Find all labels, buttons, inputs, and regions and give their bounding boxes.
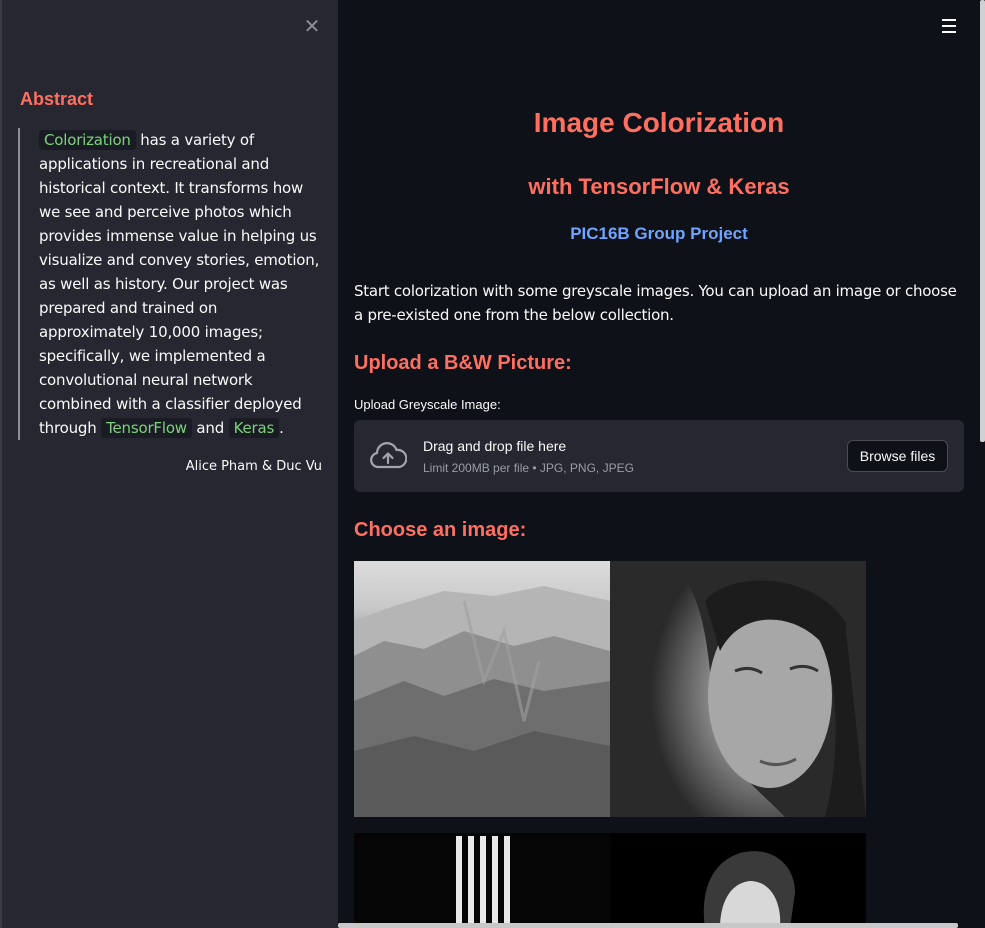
upload-label: Upload Greyscale Image: xyxy=(354,397,501,412)
hamburger-menu-icon[interactable] xyxy=(942,19,958,35)
portrait-image-art xyxy=(670,561,866,817)
abstract-heading: Abstract xyxy=(20,89,94,109)
window-image-art xyxy=(456,836,510,928)
code-tensorflow: TensorFlow xyxy=(101,418,192,438)
abstract-blockquote: Colorization has a variety of applicatio… xyxy=(18,128,324,440)
dropzone-instruction: Drag and drop file here xyxy=(423,438,567,454)
code-colorization: Colorization xyxy=(39,130,136,150)
sidebar: ✕ Abstract Colorization has a variety of… xyxy=(0,0,338,928)
upload-heading: Upload a B&W Picture: xyxy=(354,352,572,374)
abstract-part-3: . xyxy=(279,419,284,437)
sample-image-portrait[interactable] xyxy=(610,561,866,817)
project-label: PIC16B Group Project xyxy=(570,224,748,243)
abstract-part-1: has a variety of applications in recreat… xyxy=(39,131,320,437)
page-subtitle: with TensorFlow & Keras xyxy=(528,174,790,199)
file-dropzone[interactable]: Drag and drop file here Limit 200MB per … xyxy=(354,420,964,492)
abstract-text: Colorization has a variety of applicatio… xyxy=(39,128,324,440)
browse-files-button[interactable]: Browse files xyxy=(847,440,948,472)
sample-image-man[interactable] xyxy=(610,833,866,928)
vertical-scrollbar[interactable] xyxy=(980,0,985,442)
dropzone-limits: Limit 200MB per file • JPG, PNG, JPEG xyxy=(423,461,634,475)
page-title: Image Colorization xyxy=(533,107,785,138)
sample-image-mountain[interactable] xyxy=(354,561,610,817)
sample-image-window[interactable] xyxy=(354,833,610,928)
code-keras: Keras xyxy=(228,418,280,438)
authors: Alice Pham & Duc Vu xyxy=(185,459,322,474)
choose-heading: Choose an image: xyxy=(354,519,527,541)
intro-text: Start colorization with some greyscale i… xyxy=(354,282,957,324)
cloud-upload-icon xyxy=(370,442,407,469)
horizontal-scrollbar[interactable] xyxy=(338,923,958,928)
abstract-part-2: and xyxy=(191,419,229,437)
close-icon[interactable]: ✕ xyxy=(301,14,323,38)
mountain-image-art xyxy=(354,586,610,817)
man-image-art xyxy=(703,851,795,928)
